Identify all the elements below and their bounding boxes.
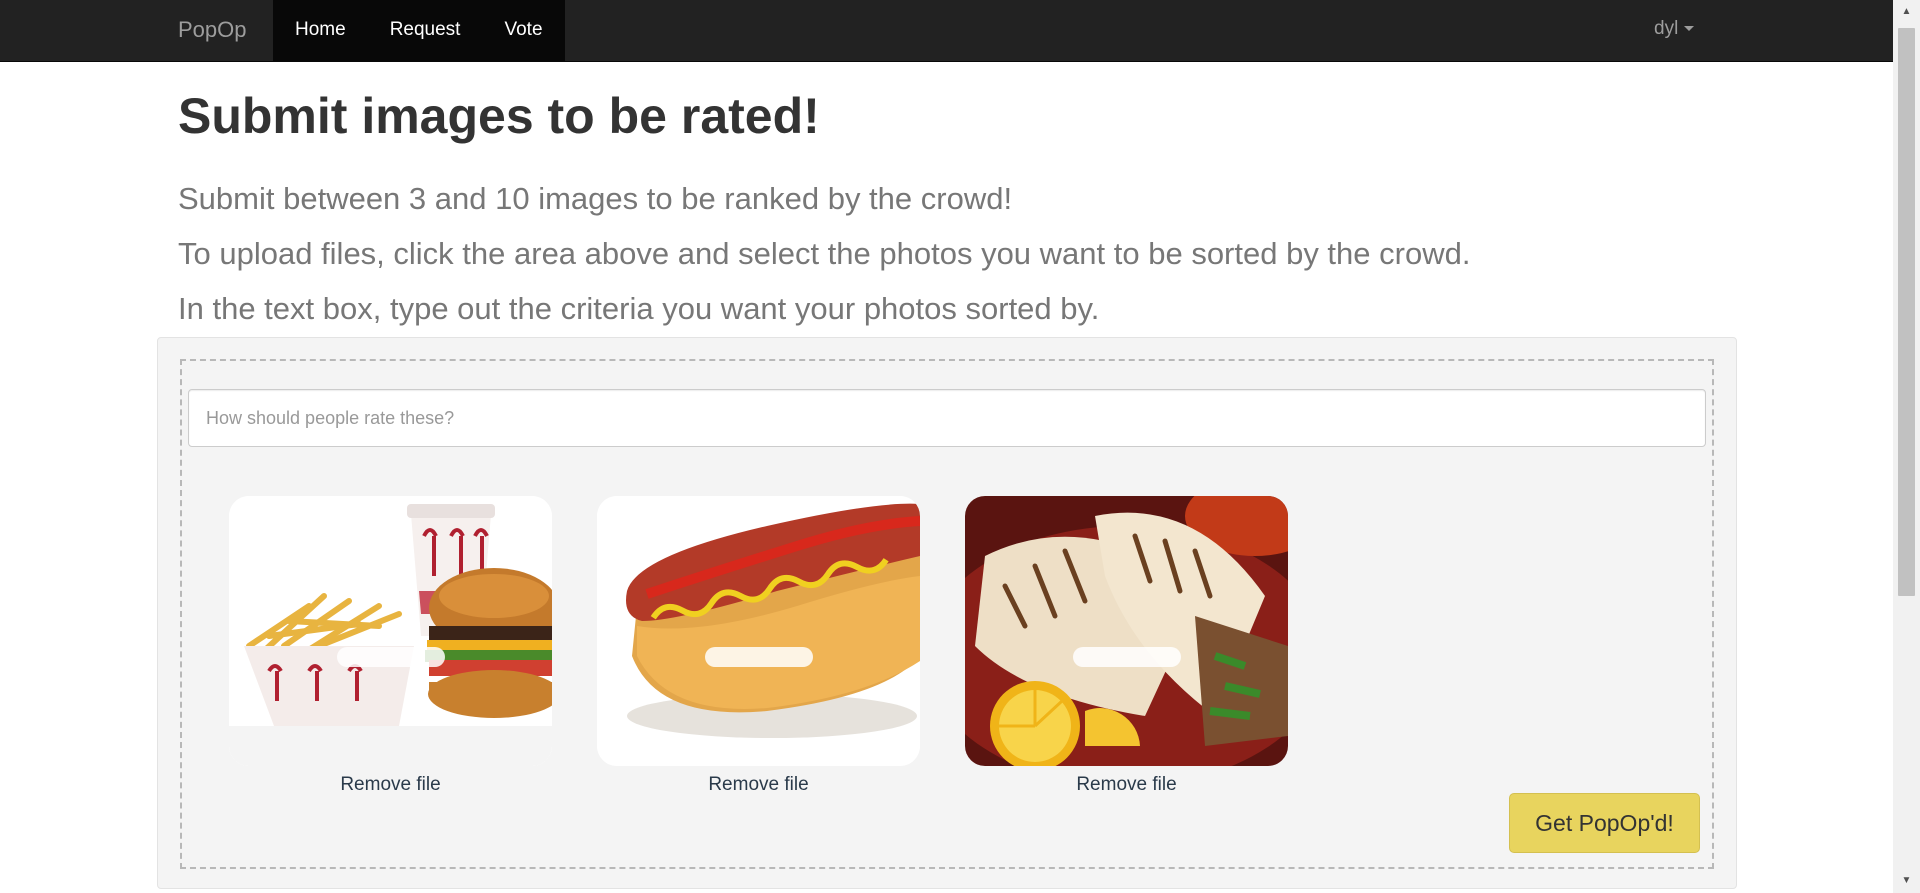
filename-pill [705, 647, 813, 667]
remove-file-link[interactable]: Remove file [229, 774, 552, 796]
file-preview: Remove file [229, 496, 552, 795]
instruction-line-3: In the text box, type out the criteria y… [178, 291, 1100, 326]
nav-links: Home Request Vote [273, 0, 565, 62]
page-scrollbar[interactable]: ▲ ▼ [1893, 0, 1920, 893]
nav-request[interactable]: Request [367, 0, 483, 62]
scroll-thumb[interactable] [1898, 28, 1915, 596]
filename-pill [337, 647, 445, 667]
file-preview: Remove file [965, 496, 1288, 795]
hotdog-image [597, 496, 920, 766]
nav-home[interactable]: Home [273, 0, 368, 62]
file-preview: Remove file [597, 496, 920, 795]
page-title: Submit images to be rated! [178, 88, 820, 144]
instruction-line-1: Submit between 3 and 10 images to be ran… [178, 181, 1013, 216]
scroll-down-arrow-icon[interactable]: ▼ [1893, 869, 1920, 893]
user-menu[interactable]: dyl [1654, 0, 1695, 62]
remove-file-link[interactable]: Remove file [597, 774, 920, 796]
brand-logo[interactable]: PopOp [178, 0, 247, 62]
nav-vote[interactable]: Vote [482, 0, 565, 62]
user-name: dyl [1654, 18, 1679, 39]
criteria-input[interactable] [188, 389, 1706, 447]
scroll-up-arrow-icon[interactable]: ▲ [1893, 0, 1920, 24]
filename-pill [1073, 647, 1181, 667]
submit-button[interactable]: Get PopOp'd! [1509, 793, 1700, 853]
wraps-image [965, 496, 1288, 766]
caret-down-icon [1684, 26, 1695, 32]
remove-file-link[interactable]: Remove file [965, 774, 1288, 796]
burger-fries-drink-image [229, 496, 552, 766]
instruction-line-2: To upload files, click the area above an… [178, 236, 1471, 271]
top-navbar: PopOp Home Request Vote dyl [0, 0, 1893, 62]
